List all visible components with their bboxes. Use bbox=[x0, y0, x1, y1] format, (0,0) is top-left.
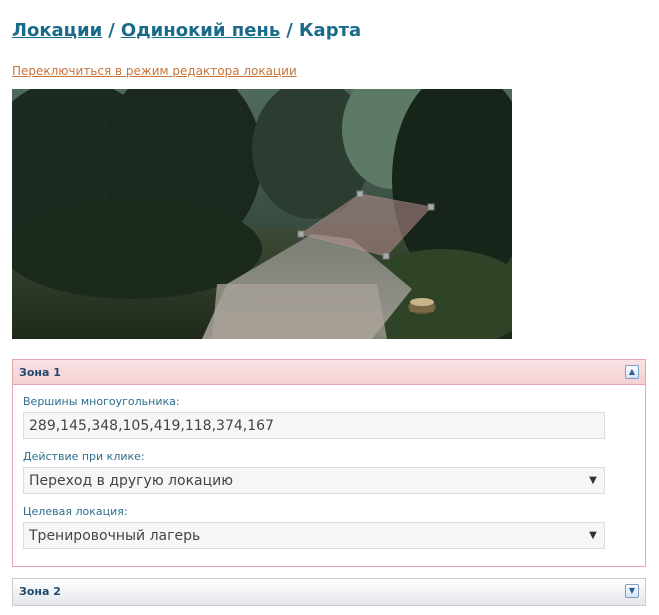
zone-panel-2: Зона 2 ▼ bbox=[12, 578, 646, 606]
switch-editor-mode-link[interactable]: Переключиться в режим редактора локации bbox=[12, 64, 297, 78]
breadcrumb-locations-link[interactable]: Локации bbox=[12, 20, 102, 41]
action-select[interactable]: Переход в другую локацию ▼ bbox=[23, 467, 605, 494]
vertices-input[interactable]: 289,145,348,105,419,118,374,167 bbox=[23, 412, 605, 439]
zone-title: Зона 1 bbox=[19, 366, 61, 379]
zone-panel-1: Зона 1 ▲ Вершины многоугольника: 289,145… bbox=[12, 359, 646, 567]
action-select-value: Переход в другую локацию bbox=[29, 473, 234, 489]
vertices-label: Вершины многоугольника: bbox=[23, 395, 180, 408]
breadcrumb-current: Карта bbox=[298, 20, 362, 41]
breadcrumb-separator: / bbox=[286, 20, 293, 41]
chevron-down-icon[interactable]: ▼ bbox=[584, 525, 602, 546]
forest-scene-image bbox=[12, 89, 512, 339]
target-location-label: Целевая локация: bbox=[23, 505, 128, 518]
breadcrumb-separator: / bbox=[108, 20, 115, 41]
breadcrumb-location-link[interactable]: Одинокий пень bbox=[121, 20, 280, 41]
breadcrumb: Локации / Одинокий пень / Карта bbox=[12, 20, 361, 41]
zone-header-1[interactable]: Зона 1 ▲ bbox=[13, 360, 645, 385]
collapse-icon[interactable]: ▲ bbox=[625, 365, 639, 379]
action-label: Действие при клике: bbox=[23, 450, 145, 463]
expand-icon[interactable]: ▼ bbox=[625, 584, 639, 598]
zone-body-1: Вершины многоугольника: 289,145,348,105,… bbox=[13, 385, 645, 568]
zone-title: Зона 2 bbox=[19, 585, 61, 598]
location-map-image[interactable] bbox=[12, 89, 512, 339]
target-location-select[interactable]: Тренировочный лагерь ▼ bbox=[23, 522, 605, 549]
zone-header-2[interactable]: Зона 2 ▼ bbox=[13, 579, 645, 605]
chevron-down-icon[interactable]: ▼ bbox=[584, 470, 602, 491]
target-location-select-value: Тренировочный лагерь bbox=[29, 528, 201, 544]
